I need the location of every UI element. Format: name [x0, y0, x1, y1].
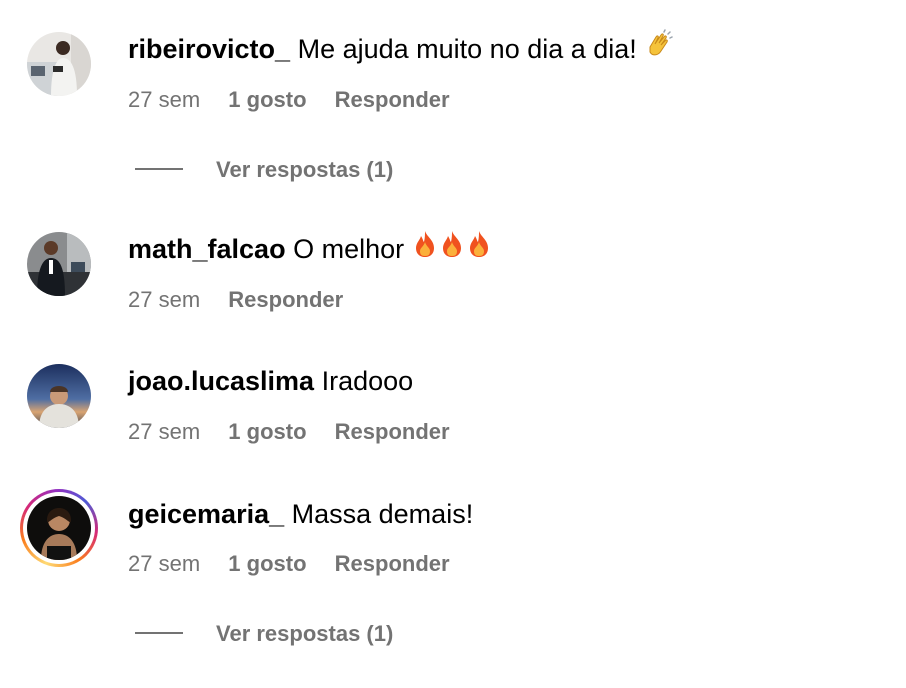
avatar[interactable]: [27, 364, 91, 428]
comment-text: O melhor: [293, 234, 405, 265]
divider-line: [135, 632, 183, 635]
comment-text-line: joao.lucaslima Iradooo: [128, 364, 413, 398]
comment-meta: 27 sem 1 gosto Responder: [128, 418, 472, 446]
likes-count[interactable]: 1 gosto: [228, 86, 306, 114]
reply-button[interactable]: Responder: [335, 86, 450, 114]
comment-text-line: ribeirovicto_ Me ajuda muito no dia a di…: [128, 29, 674, 70]
comment-timestamp[interactable]: 27 sem: [128, 550, 200, 578]
comment-text: Iradooo: [321, 366, 414, 396]
comment-timestamp[interactable]: 27 sem: [128, 418, 200, 446]
view-replies-label: Ver respostas (1): [216, 157, 394, 182]
comment-username[interactable]: ribeirovicto_: [128, 34, 290, 64]
comment-timestamp[interactable]: 27 sem: [128, 86, 200, 114]
divider-line: [135, 168, 183, 171]
clapping-hands-emoji: [644, 29, 674, 67]
reply-button[interactable]: Responder: [228, 286, 343, 314]
comment-text: Massa demais!: [291, 499, 474, 529]
comment-username[interactable]: joao.lucaslima: [128, 366, 314, 396]
comment-username[interactable]: math_falcao: [128, 234, 286, 264]
view-replies-label: Ver respostas (1): [216, 621, 394, 646]
comment-timestamp[interactable]: 27 sem: [128, 286, 200, 314]
story-ring[interactable]: [20, 489, 98, 567]
comment-meta: 27 sem 1 gosto Responder: [128, 86, 472, 114]
comment-text-line: geicemaria_ Massa demais!: [128, 497, 473, 531]
view-replies-button[interactable]: Ver respostas (1): [135, 156, 393, 184]
likes-count[interactable]: 1 gosto: [228, 418, 306, 446]
view-replies-button[interactable]: Ver respostas (1): [135, 620, 393, 648]
avatar-photo: [27, 232, 91, 296]
comment-text: Me ajuda muito no dia a dia!: [297, 34, 637, 65]
comment-username[interactable]: geicemaria_: [128, 499, 284, 529]
reply-button[interactable]: Responder: [335, 550, 450, 578]
comment-text-line: math_falcao O melhor: [128, 229, 496, 270]
avatar[interactable]: [27, 232, 91, 296]
avatar-photo: [27, 32, 91, 96]
comment-meta: 27 sem Responder: [128, 286, 365, 314]
reply-button[interactable]: Responder: [335, 418, 450, 446]
avatar[interactable]: [27, 32, 91, 96]
fire-emoji: [412, 229, 496, 267]
avatar[interactable]: [27, 496, 91, 560]
avatar-photo: [27, 364, 91, 428]
avatar-photo: [27, 496, 91, 560]
likes-count[interactable]: 1 gosto: [228, 550, 306, 578]
comment-meta: 27 sem 1 gosto Responder: [128, 550, 472, 578]
